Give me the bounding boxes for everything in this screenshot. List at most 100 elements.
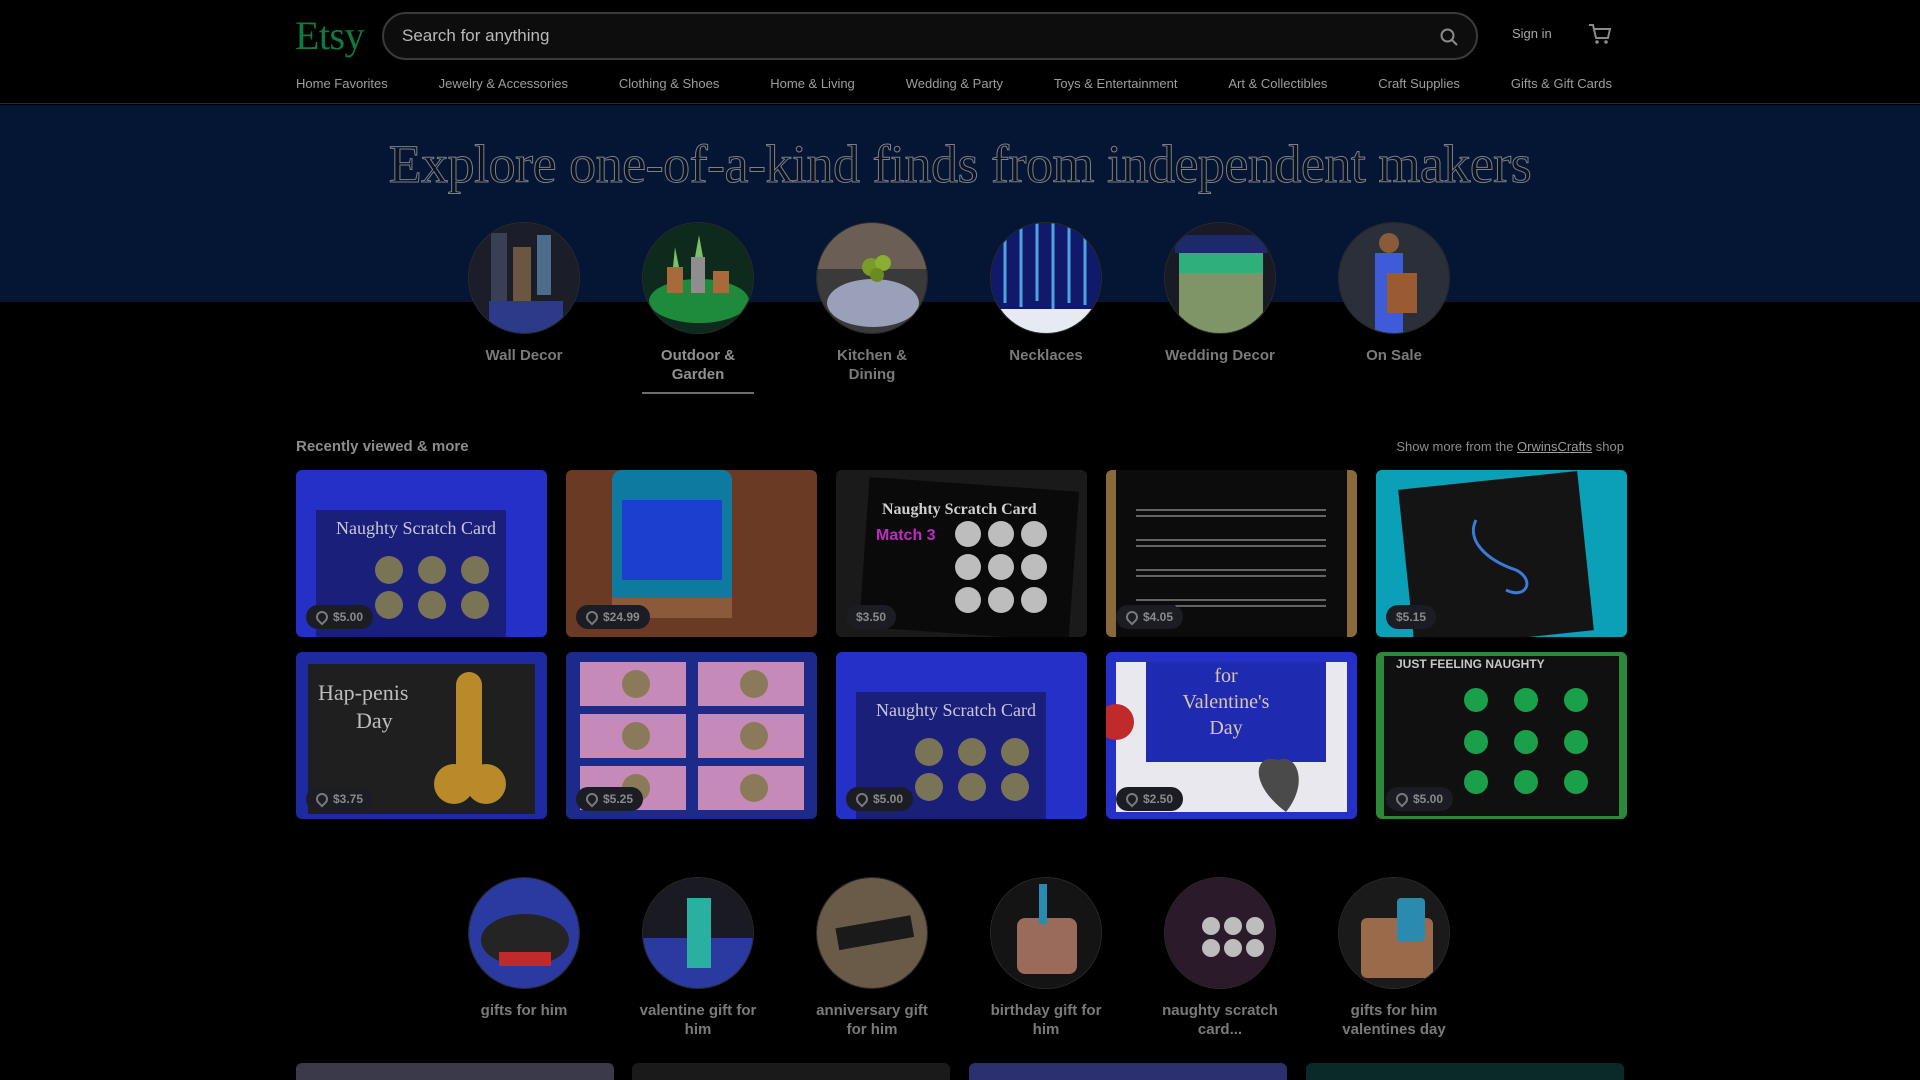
category-kitchen-dining[interactable]: Kitchen & Dining	[816, 222, 928, 384]
category-label: Wall Decor	[485, 347, 563, 364]
price-tag-icon	[583, 790, 601, 808]
svg-text:Naughty Scratch Card: Naughty Scratch Card	[336, 518, 496, 538]
nav-craft[interactable]: Craft Supplies	[1378, 76, 1460, 91]
price-value: $5.00	[1413, 792, 1444, 806]
listing-card[interactable]: Naughty Scratch Card $5.00	[836, 652, 1087, 819]
price-tag-icon	[853, 790, 871, 808]
gift-search-item[interactable]: birthday gift for him	[981, 877, 1111, 1039]
category-necklaces[interactable]: Necklaces	[990, 222, 1102, 365]
listing-card[interactable]: $5.25	[566, 652, 817, 819]
search-icon	[1440, 28, 1458, 46]
price-badge: $5.00	[1386, 787, 1454, 811]
price-badge: $3.75	[306, 787, 374, 811]
category-wall-decor[interactable]: Wall Decor	[468, 222, 580, 365]
sign-in-link[interactable]: Sign in	[1512, 26, 1552, 41]
cart-button[interactable]	[1586, 20, 1614, 48]
etsy-logo[interactable]: Etsy	[295, 12, 365, 59]
gift-searches: gifts for him valentine gift for him ann…	[468, 877, 1456, 1047]
price-badge: $3.50	[846, 605, 897, 629]
nav-clothing[interactable]: Clothing & Shoes	[619, 76, 719, 91]
listing-card[interactable]: $24.99	[566, 470, 817, 637]
category-image	[816, 222, 928, 334]
svg-text:for: for	[1214, 665, 1238, 687]
price-tag-icon	[313, 608, 331, 626]
category-label: Outdoor & Garden	[660, 347, 736, 383]
svg-text:JUST FEELING NAUGHTY: JUST FEELING NAUGHTY	[1396, 657, 1545, 671]
hero-categories: Wall Decor Outdoor & Garden Kitchen & Di…	[468, 222, 1456, 394]
shop-link[interactable]: OrwinsCrafts	[1517, 439, 1592, 454]
gift-image	[642, 877, 754, 989]
category-image	[1164, 222, 1276, 334]
search-input[interactable]	[402, 14, 1382, 58]
svg-text:Naughty Scratch Card: Naughty Scratch Card	[882, 501, 1037, 518]
nav-jewelry[interactable]: Jewelry & Accessories	[439, 76, 568, 91]
next-section-card[interactable]	[632, 1063, 950, 1080]
category-outdoor-garden[interactable]: Outdoor & Garden	[642, 222, 754, 394]
category-nav: Home Favorites Jewelry & Accessories Clo…	[296, 76, 1612, 91]
price-value: $5.00	[873, 792, 904, 806]
price-value: $5.15	[1396, 610, 1427, 624]
svg-text:Day: Day	[356, 708, 393, 733]
gift-image	[990, 877, 1102, 989]
gift-image	[816, 877, 928, 989]
svg-text:Naughty Scratch Card: Naughty Scratch Card	[876, 700, 1036, 720]
gift-search-item[interactable]: anniversary gift for him	[807, 877, 937, 1039]
next-section-card[interactable]	[1306, 1063, 1624, 1080]
category-label: Kitchen & Dining	[836, 347, 907, 383]
gift-search-item[interactable]: valentine gift for him	[633, 877, 763, 1039]
listing-card[interactable]: $5.15	[1376, 470, 1627, 637]
gift-search-item[interactable]: gifts for him valentines day	[1329, 877, 1459, 1039]
site-header: Etsy Sign in Home Favorites Jewelry & Ac…	[0, 0, 1920, 104]
listing-card[interactable]: JUST FEELING NAUGHTY $5.00	[1376, 652, 1627, 819]
price-tag-icon	[1123, 790, 1141, 808]
price-tag-icon	[1393, 790, 1411, 808]
price-tag-icon	[1123, 608, 1141, 626]
gift-image	[468, 877, 580, 989]
listing-card[interactable]: Hap-penis Day $3.75	[296, 652, 547, 819]
category-image	[1338, 222, 1450, 334]
nav-art[interactable]: Art & Collectibles	[1228, 76, 1327, 91]
price-tag-icon	[313, 790, 331, 808]
gift-label: naughty scratch card...	[1162, 1002, 1278, 1038]
listing-card[interactable]: Naughty Scratch Card Match 3 $3.50	[836, 470, 1087, 637]
listing-card[interactable]: for Valentine's Day $2.50	[1106, 652, 1357, 819]
gift-search-item[interactable]: naughty scratch card...	[1155, 877, 1285, 1039]
nav-wedding[interactable]: Wedding & Party	[906, 76, 1003, 91]
category-image	[990, 222, 1102, 334]
category-image	[642, 222, 754, 334]
price-badge: $4.05	[1116, 605, 1184, 629]
price-tag-icon	[583, 608, 601, 626]
svg-text:Match 3: Match 3	[876, 527, 936, 544]
price-badge: $5.00	[846, 787, 914, 811]
nav-home-favorites[interactable]: Home Favorites	[296, 76, 388, 91]
active-underline	[642, 392, 754, 394]
category-image	[468, 222, 580, 334]
price-badge: $5.00	[306, 605, 374, 629]
listing-card[interactable]: Naughty Scratch Card $5.00	[296, 470, 547, 637]
search-bar	[382, 12, 1478, 60]
price-value: $2.50	[1143, 792, 1174, 806]
next-section-card[interactable]	[296, 1063, 614, 1080]
gift-label: valentine gift for him	[639, 1002, 757, 1038]
listing-card[interactable]: $4.05	[1106, 470, 1357, 637]
category-wedding-decor[interactable]: Wedding Decor	[1164, 222, 1276, 365]
nav-toys[interactable]: Toys & Entertainment	[1054, 76, 1178, 91]
gift-search-item[interactable]: gifts for him	[459, 877, 589, 1020]
gift-image	[1338, 877, 1450, 989]
nav-home-living[interactable]: Home & Living	[770, 76, 855, 91]
gift-label: gifts for him	[480, 1002, 568, 1019]
price-value: $4.05	[1143, 610, 1174, 624]
next-section-card[interactable]	[969, 1063, 1287, 1080]
category-on-sale[interactable]: On Sale	[1338, 222, 1450, 365]
price-badge: $5.15	[1386, 605, 1437, 629]
nav-gifts[interactable]: Gifts & Gift Cards	[1511, 76, 1612, 91]
price-badge: $24.99	[576, 605, 650, 629]
show-more-prefix: Show more from the	[1396, 439, 1514, 454]
gift-label: birthday gift for him	[990, 1002, 1102, 1038]
gift-label: gifts for him valentines day	[1342, 1002, 1446, 1038]
gift-label: anniversary gift for him	[816, 1002, 928, 1038]
show-more-text: Show more from the OrwinsCrafts shop	[1396, 439, 1624, 454]
price-value: $3.75	[333, 792, 364, 806]
price-value: $3.50	[856, 610, 887, 624]
search-button[interactable]	[1434, 22, 1464, 52]
